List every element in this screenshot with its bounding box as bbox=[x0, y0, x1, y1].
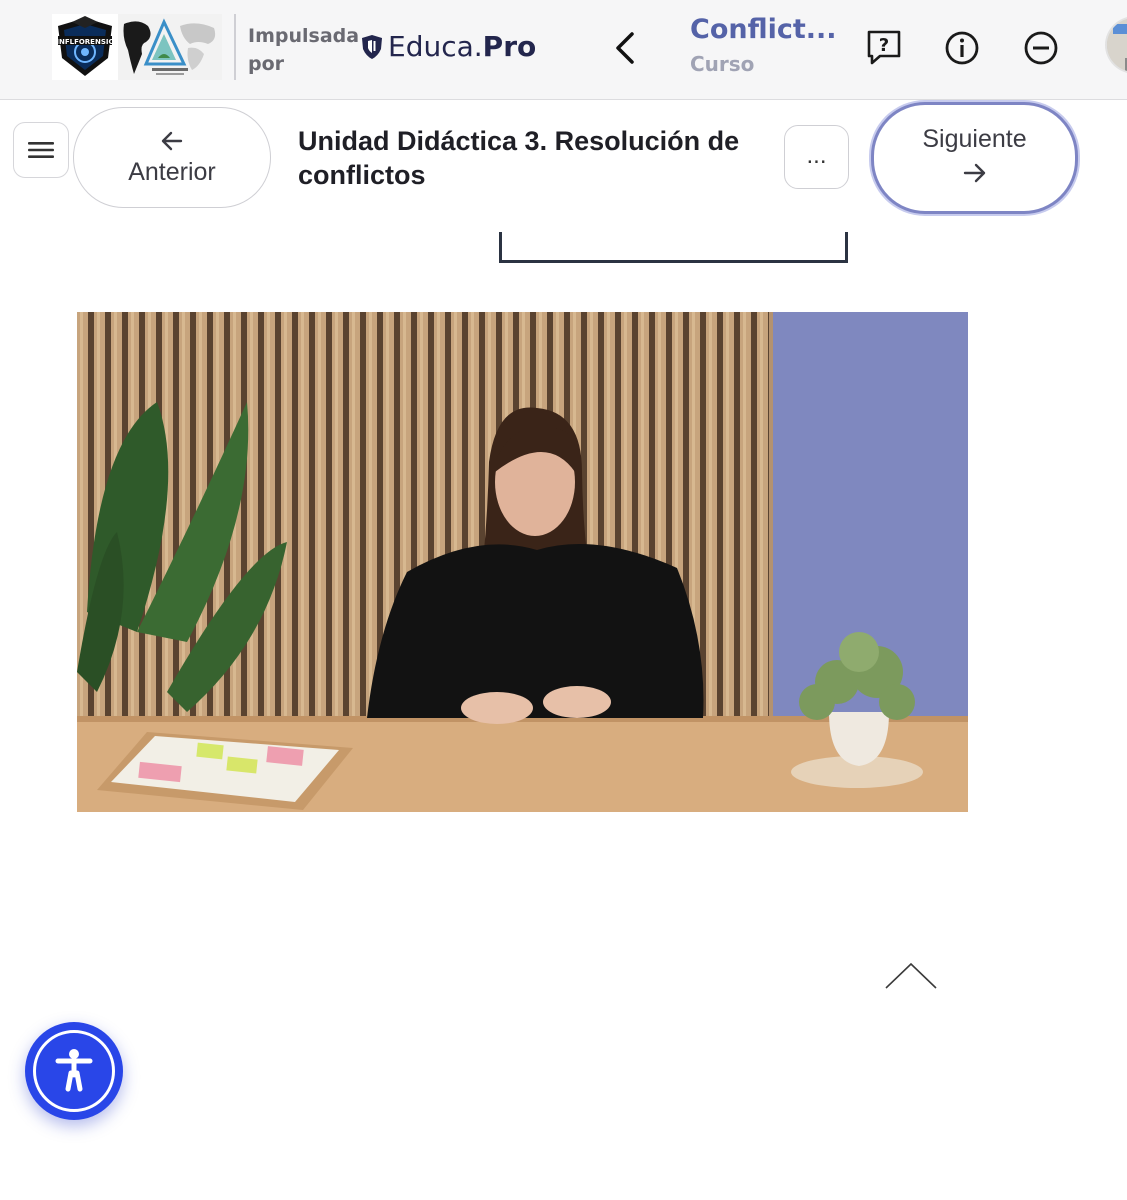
more-options-button[interactable]: ... bbox=[784, 125, 849, 189]
next-button[interactable]: Siguiente bbox=[871, 102, 1078, 214]
user-photo-icon bbox=[1107, 18, 1127, 72]
hamburger-icon bbox=[28, 142, 54, 158]
accessibility-icon bbox=[55, 1049, 93, 1092]
help-icon[interactable]: ? bbox=[864, 28, 904, 68]
partner-logo[interactable]: INFLFORENSIC bbox=[52, 14, 222, 80]
back-chevron-icon[interactable] bbox=[606, 26, 646, 70]
forensic-logo-icon: INFLFORENSIC bbox=[52, 14, 118, 80]
scroll-to-top-chevron-up-icon[interactable] bbox=[882, 960, 940, 992]
accessibility-button[interactable] bbox=[25, 1022, 123, 1120]
arrow-right-icon bbox=[963, 163, 985, 183]
info-icon[interactable] bbox=[942, 28, 982, 68]
svg-text:INFLFORENSIC: INFLFORENSIC bbox=[56, 38, 113, 46]
powered-by-label: Impulsada por bbox=[248, 25, 360, 75]
previous-label: Anterior bbox=[128, 158, 216, 186]
avatar[interactable] bbox=[1105, 16, 1127, 74]
brand-educa: Educa bbox=[388, 30, 474, 63]
next-label: Siguiente bbox=[922, 125, 1027, 153]
world-map-logo-icon bbox=[118, 14, 222, 80]
previous-button[interactable]: Anterior bbox=[73, 107, 271, 208]
lesson-title: Unidad Didáctica 3. Resolución de confli… bbox=[298, 126, 740, 190]
lesson-video[interactable] bbox=[77, 312, 968, 812]
arrow-left-icon bbox=[161, 131, 183, 151]
content-bracket-divider bbox=[499, 232, 848, 263]
shield-icon bbox=[362, 34, 382, 59]
brand-dot: . bbox=[473, 30, 483, 63]
minus-circle-icon[interactable] bbox=[1021, 28, 1061, 68]
top-header: INFLFORENSIC Impulsada por Educa. Pro Con… bbox=[0, 0, 1127, 100]
menu-button[interactable] bbox=[13, 122, 69, 178]
header-divider bbox=[234, 14, 236, 80]
course-title[interactable]: Conflict... bbox=[690, 14, 837, 45]
svg-text:?: ? bbox=[879, 35, 889, 56]
video-frame bbox=[77, 312, 968, 812]
educa-pro-brand[interactable]: Educa. Pro bbox=[360, 30, 536, 63]
course-subtitle: Curso bbox=[690, 52, 755, 76]
brand-pro: Pro bbox=[482, 30, 537, 63]
